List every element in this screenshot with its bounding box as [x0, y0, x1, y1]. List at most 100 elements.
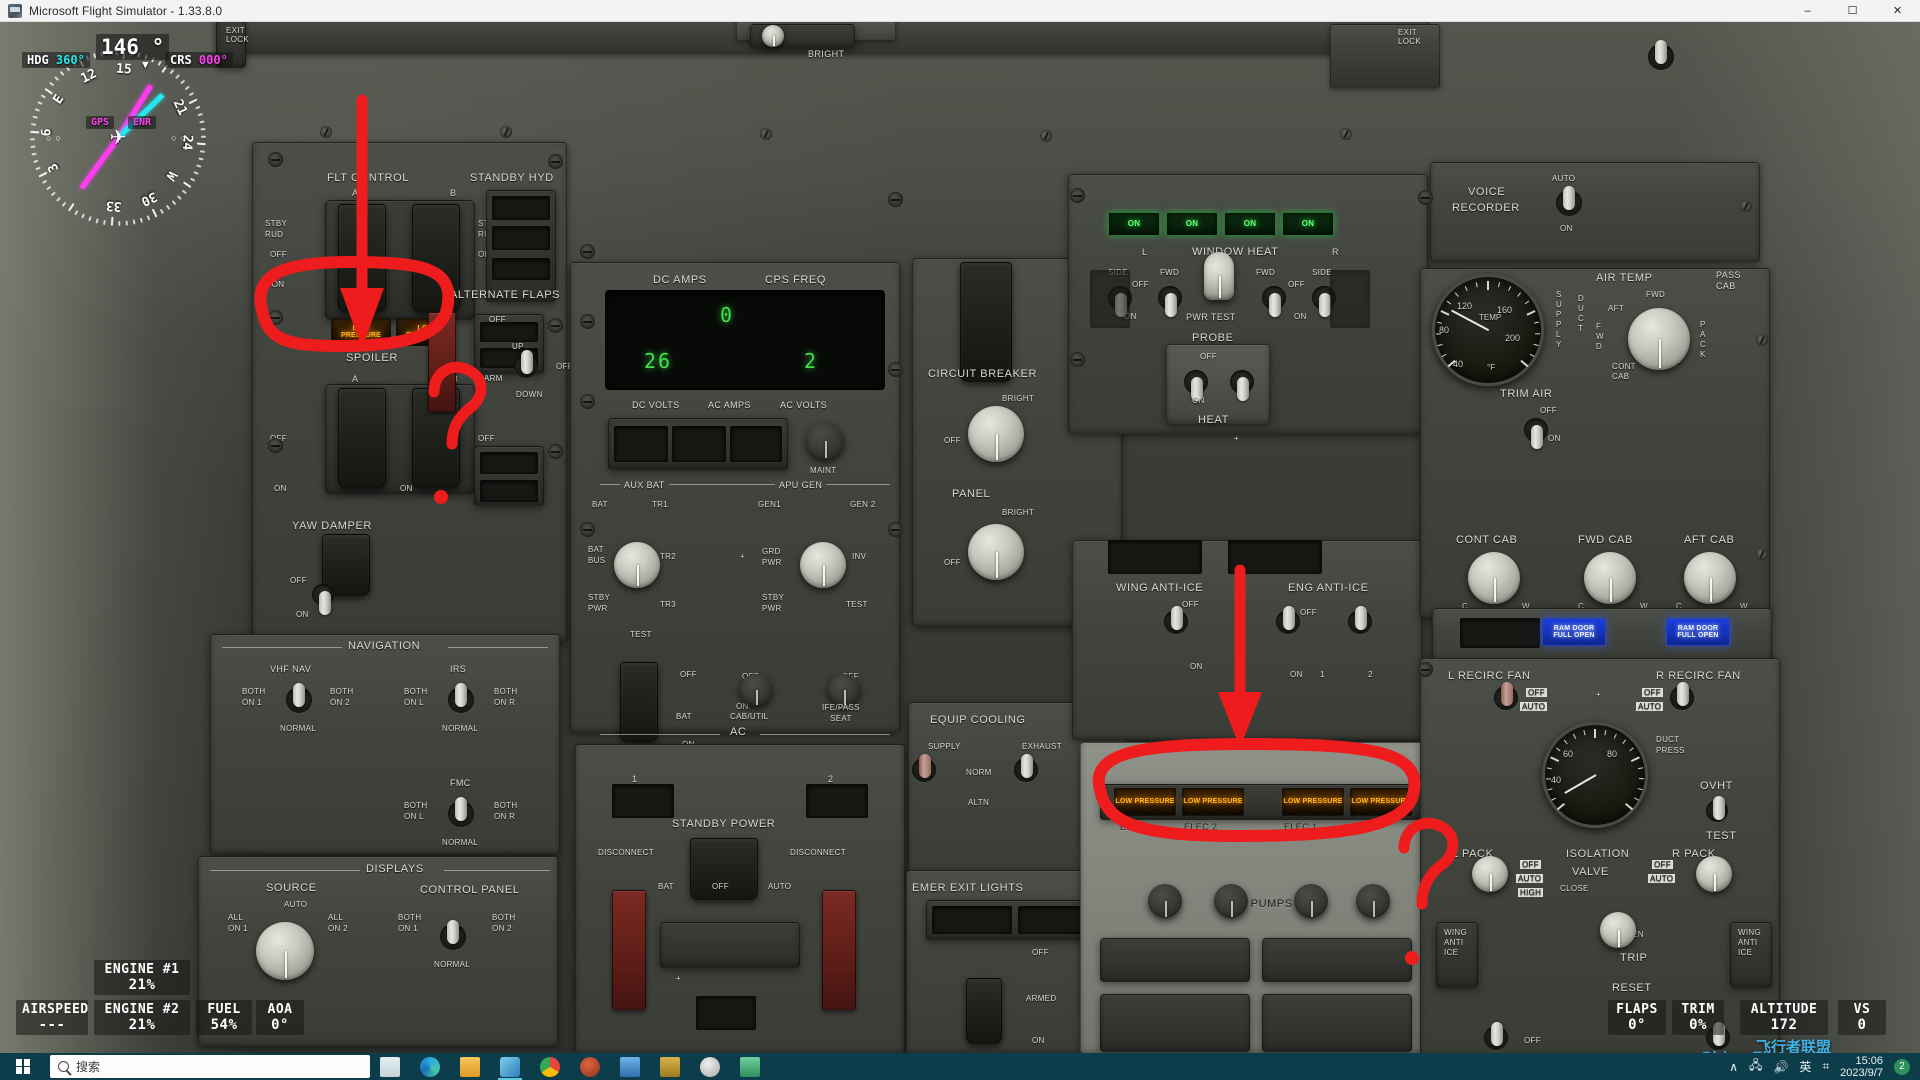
standby-power-light-3[interactable]	[696, 996, 756, 1030]
ac-meter-selector-knob[interactable]	[800, 542, 846, 588]
emer-exit-light-1[interactable]	[932, 906, 1012, 934]
voice-recorder-switch[interactable]	[1556, 186, 1582, 216]
fwd-cab-temp-knob[interactable]	[1584, 552, 1636, 604]
eng-anti-ice-light[interactable]	[1228, 540, 1322, 574]
eng-anti-ice-switch-2[interactable]	[1348, 606, 1372, 634]
taskbar-app-explorer[interactable]	[450, 1053, 490, 1080]
alt-flaps-light-4[interactable]	[480, 480, 538, 502]
alt-flaps-light-1[interactable]	[480, 322, 538, 342]
window-heat-fwd-r-switch[interactable]	[1262, 286, 1286, 317]
aft-cab-temp-knob[interactable]	[1684, 552, 1736, 604]
taskbar-app-photos[interactable]	[610, 1053, 650, 1080]
hyd-low-pressure-elec2[interactable]: LOW PRESSURE	[1182, 788, 1244, 816]
fmc-switch[interactable]	[448, 797, 474, 827]
ime-language-indicator[interactable]: 英	[1799, 1058, 1811, 1075]
taskbar-app-notes[interactable]	[650, 1053, 690, 1080]
vhf-nav-switch[interactable]	[286, 683, 312, 713]
probe-heat-switch-1[interactable]	[1184, 370, 1208, 401]
dc-meter-selector-knob[interactable]	[614, 542, 660, 588]
standby-hyd-light-3[interactable]	[492, 258, 550, 280]
taskbar-app-browser[interactable]	[690, 1053, 730, 1080]
equip-supply-switch[interactable]	[912, 754, 936, 782]
taskbar-app-steam[interactable]	[570, 1053, 610, 1080]
taskbar-clock[interactable]: 15:06 2023/9/7	[1840, 1055, 1883, 1079]
task-view-button[interactable]	[370, 1053, 410, 1080]
taskbar-search-box[interactable]: 搜索	[50, 1055, 370, 1078]
hyd-low-pressure-eng1[interactable]: LOW PRESSURE	[1114, 788, 1176, 816]
hyd-pump-eng2-switch[interactable]	[1356, 884, 1390, 918]
spoiler-switch-guard[interactable]	[428, 312, 456, 412]
window-heat-test-knob[interactable]	[1204, 252, 1234, 300]
bright-knob-top[interactable]	[762, 25, 784, 47]
battery-switch-lever[interactable]	[620, 662, 658, 742]
standby-hyd-light-1[interactable]	[492, 196, 550, 220]
hyd-pump-elec2-switch[interactable]	[1214, 884, 1248, 918]
wing-anti-ice-light[interactable]	[1108, 540, 1202, 574]
taskbar-app-window[interactable]	[730, 1053, 770, 1080]
cont-cab-temp-knob[interactable]	[1468, 552, 1520, 604]
exit-lock-switch[interactable]	[1648, 40, 1674, 70]
alternate-flaps-switch[interactable]	[514, 350, 538, 378]
standby-power-guard-left[interactable]	[612, 890, 646, 1010]
window-heat-light-3[interactable]: ON	[1224, 212, 1276, 236]
network-icon[interactable]: 🖧	[1749, 1056, 1762, 1077]
l-pack-knob[interactable]	[1472, 856, 1508, 892]
maint-knob[interactable]	[806, 422, 844, 460]
maximize-button[interactable]: ☐	[1830, 0, 1875, 22]
recirc-test-switch[interactable]	[1706, 796, 1728, 822]
taskbar-app-chrome[interactable]	[530, 1053, 570, 1080]
alt-flaps-light-3[interactable]	[480, 452, 538, 474]
l-recirc-fan-switch[interactable]	[1494, 682, 1518, 710]
notification-badge[interactable]: 2	[1894, 1058, 1910, 1075]
dc-volts-button[interactable]	[614, 426, 668, 462]
standby-power-guard-right[interactable]	[822, 890, 856, 1010]
pack-bottom-switch-l[interactable]	[1484, 1022, 1508, 1050]
minimize-button[interactable]: –	[1785, 0, 1830, 22]
spoiler-a-lever[interactable]	[338, 388, 386, 488]
window-heat-light-1[interactable]: ON	[1108, 212, 1160, 236]
window-heat-fwd-l-switch[interactable]	[1158, 286, 1182, 317]
taskbar-app-flight-simulator[interactable]	[490, 1053, 530, 1080]
ram-door-light-right[interactable]: RAM DOOR FULL OPEN	[1666, 618, 1730, 646]
standby-power-light-1[interactable]	[612, 784, 674, 818]
isolation-valve-knob[interactable]	[1600, 912, 1636, 948]
equip-exhaust-switch[interactable]	[1014, 754, 1038, 782]
window-heat-light-2[interactable]: ON	[1166, 212, 1218, 236]
irs-switch[interactable]	[448, 683, 474, 713]
hyd-low-pressure-eng2[interactable]: LOW PRESSURE	[1350, 788, 1412, 816]
standby-power-light-2[interactable]	[806, 784, 868, 818]
trim-air-switch[interactable]	[1524, 418, 1548, 449]
flt-control-low-pressure-a[interactable]: LOW PRESSURE	[331, 318, 391, 346]
displays-source-knob[interactable]	[256, 922, 314, 980]
tray-chevron-up-icon[interactable]: ∧	[1729, 1060, 1738, 1074]
circuit-breaker-brightness-knob[interactable]	[968, 406, 1024, 462]
hyd-pump-elec1-switch[interactable]	[1294, 884, 1328, 918]
r-pack-knob[interactable]	[1696, 856, 1732, 892]
control-panel-switch[interactable]	[440, 920, 466, 950]
yaw-damper-switch[interactable]	[312, 584, 334, 615]
start-button[interactable]	[0, 1053, 46, 1080]
ac-volts-button[interactable]	[730, 426, 782, 462]
probe-heat-switch-2[interactable]	[1230, 370, 1254, 401]
ime-mode-icon[interactable]: ⌗	[1822, 1059, 1829, 1074]
cab-util-switch[interactable]	[740, 674, 772, 706]
r-recirc-fan-switch[interactable]	[1670, 682, 1694, 710]
close-button[interactable]: ✕	[1875, 0, 1920, 22]
eng-anti-ice-switch-1[interactable]	[1276, 606, 1300, 634]
volume-icon[interactable]: 🔊	[1773, 1060, 1788, 1074]
panel-brightness-knob[interactable]	[968, 524, 1024, 580]
ac-amps-button[interactable]	[672, 426, 726, 462]
window-heat-light-4[interactable]: ON	[1282, 212, 1334, 236]
hyd-pump-eng1-switch[interactable]	[1148, 884, 1182, 918]
ram-door-light-left[interactable]: RAM DOOR FULL OPEN	[1542, 618, 1606, 646]
wing-anti-ice-switch[interactable]	[1164, 606, 1188, 634]
fmc-left-label: BOTH ON L	[404, 801, 428, 821]
emer-exit-switch[interactable]	[966, 978, 1002, 1044]
flt-control-a-lever[interactable]	[338, 204, 386, 312]
standby-hyd-light-2[interactable]	[492, 226, 550, 250]
spoiler-on-a: ON	[274, 484, 287, 493]
hyd-low-pressure-elec1[interactable]: LOW PRESSURE	[1282, 788, 1344, 816]
source-left-label: ALL ON 1	[228, 913, 248, 933]
taskbar-app-edge[interactable]	[410, 1053, 450, 1080]
air-temp-selector-knob[interactable]	[1628, 308, 1690, 370]
